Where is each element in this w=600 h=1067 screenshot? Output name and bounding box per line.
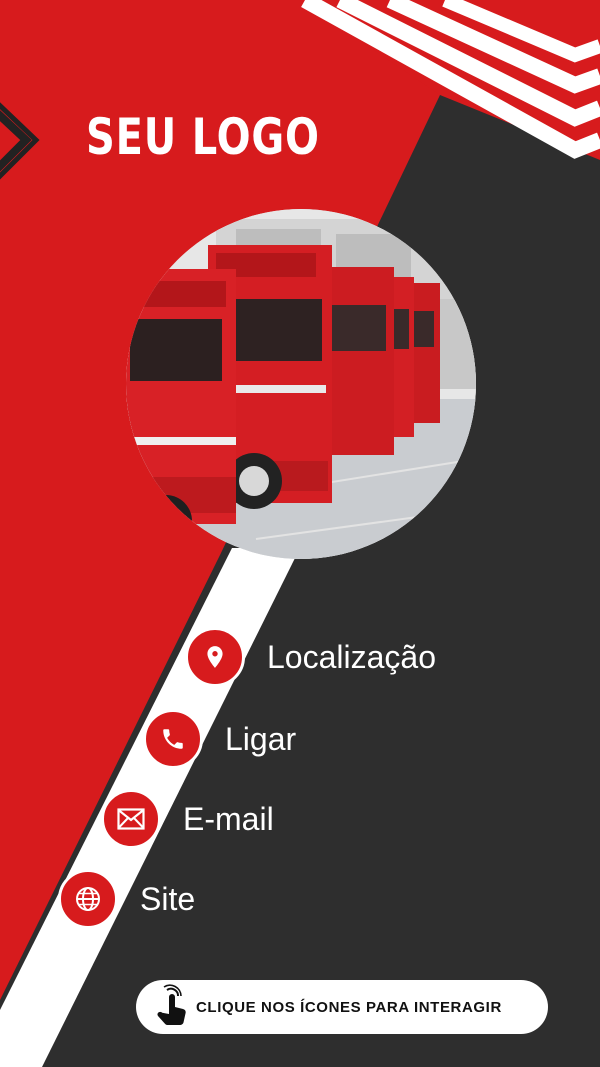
phone-icon[interactable]: [143, 709, 203, 769]
location-button[interactable]: Localização: [185, 627, 436, 687]
website-label[interactable]: Site: [140, 881, 195, 918]
interact-hint-text: CLIQUE NOS ÍCONES PARA INTERAGIR: [196, 998, 502, 1016]
email-button[interactable]: E-mail: [101, 789, 274, 849]
call-label[interactable]: Ligar: [225, 721, 296, 758]
tap-hand-icon: [157, 984, 186, 1025]
envelope-icon[interactable]: [101, 789, 161, 849]
interact-hint-banner: CLIQUE NOS ÍCONES PARA INTERAGIR: [136, 980, 548, 1034]
call-button[interactable]: Ligar: [143, 709, 296, 769]
logo-text: SEU LOGO: [86, 108, 320, 166]
location-pin-icon[interactable]: [185, 627, 245, 687]
website-button[interactable]: Site: [58, 869, 195, 929]
email-label[interactable]: E-mail: [183, 801, 274, 838]
trucks-photo: [126, 209, 476, 559]
trucks-illustration: [126, 209, 476, 559]
link-card: SEU LOGO Localização Ligar E-mail Site C…: [0, 0, 600, 1067]
globe-icon[interactable]: [58, 869, 118, 929]
location-label[interactable]: Localização: [267, 639, 436, 676]
